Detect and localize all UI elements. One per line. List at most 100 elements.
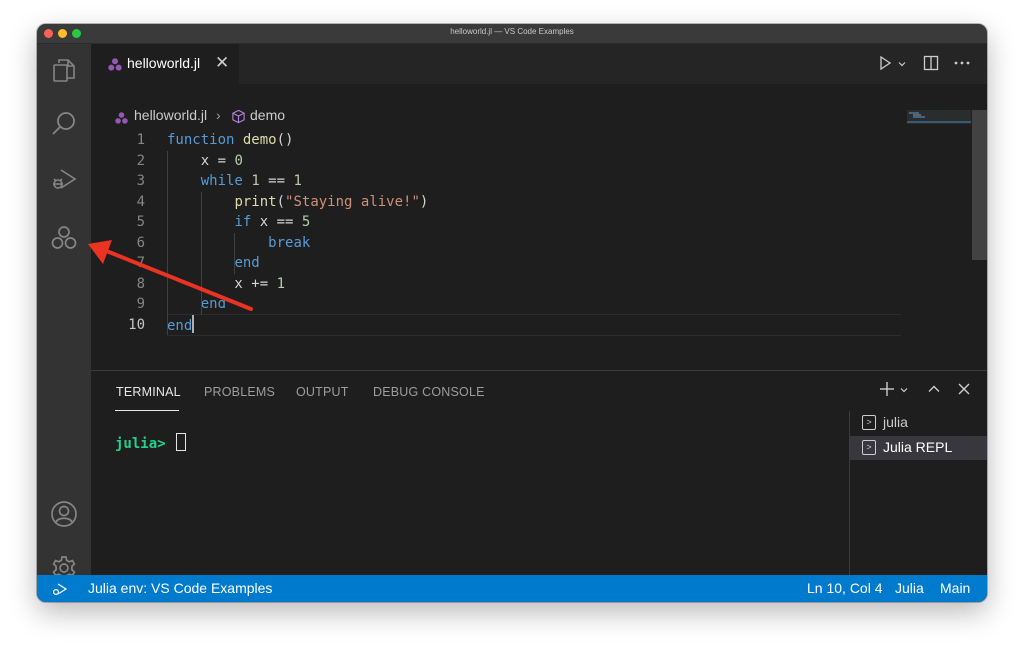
breadcrumb-file[interactable]: helloworld.jl [134, 107, 207, 123]
terminal-cursor [176, 433, 187, 451]
julia-file-icon [115, 111, 128, 127]
editor-scrollbar[interactable] [971, 110, 987, 370]
terminal-list: > julia > Julia REPL [849, 411, 987, 576]
panel: TERMINAL PROBLEMS OUTPUT DEBUG CONSOLE j… [91, 370, 987, 576]
window-title: helloworld.jl — VS Code Examples [450, 27, 574, 36]
run-icon[interactable] [877, 55, 893, 76]
vscode-window: helloworld.jl — VS Code Examples hellowo… [37, 24, 987, 602]
code-text: if x == 5 [167, 212, 310, 233]
account-icon[interactable] [50, 500, 78, 528]
code-text: while 1 == 1 [167, 171, 302, 192]
cursor-position-status[interactable]: Ln 10, Col 4 [807, 580, 883, 596]
terminal-icon: > [862, 415, 876, 430]
code-token: if [234, 214, 252, 230]
line-number: 4 [136, 193, 145, 210]
line-number: 10 [128, 316, 145, 333]
code-token: print [234, 193, 277, 210]
terminal-item[interactable]: > Julia REPL [850, 436, 987, 460]
close-icon[interactable]: ✕ [215, 53, 229, 73]
code-line[interactable]: 2 x = 0 [91, 151, 951, 172]
line-number: 1 [136, 132, 145, 148]
code-line[interactable]: 7 end [91, 253, 951, 274]
code-token: x == [251, 214, 302, 230]
code-token: x = [167, 152, 235, 169]
line-number: 2 [136, 152, 145, 169]
code-token: == [259, 173, 294, 189]
code-token: ( [276, 193, 286, 210]
code-token: ) [419, 193, 429, 210]
code-line[interactable]: 8 x += 1 [91, 274, 951, 295]
run-debug-icon[interactable] [50, 165, 78, 193]
minimap[interactable] [907, 110, 971, 140]
status-bar: Julia env: VS Code Examples Ln 10, Col 4… [37, 575, 987, 602]
breadcrumb-symbol[interactable]: demo [250, 107, 285, 123]
scrollbar-thumb[interactable] [972, 110, 987, 260]
activity-bar [37, 44, 91, 580]
code-line[interactable]: 6 break [91, 233, 951, 254]
text-cursor [192, 314, 195, 333]
editor-area: helloworld.jl ✕ helloworld.jl › demo 1 f… [91, 44, 987, 370]
active-tab-indicator [115, 410, 179, 411]
line-number: 5 [136, 214, 145, 230]
line-number: 7 [136, 255, 145, 271]
line-number: 9 [136, 296, 145, 312]
breadcrumb-separator: › [216, 107, 221, 123]
remote-run-icon[interactable] [52, 581, 68, 600]
chevron-down-icon[interactable] [899, 382, 909, 400]
code-text: print("Staying alive!") [167, 192, 428, 213]
tab-problems[interactable]: PROBLEMS [204, 385, 275, 399]
code-line[interactable]: 1 function demo() [91, 130, 951, 151]
code-token: break [268, 234, 311, 251]
tab-label: helloworld.jl [127, 55, 201, 71]
terminal-icon: > [862, 440, 876, 455]
code-text: x = 0 [167, 151, 243, 172]
branch-status[interactable]: Main [940, 580, 970, 596]
title-bar: helloworld.jl — VS Code Examples [37, 24, 987, 44]
code-token: x += [167, 275, 277, 292]
code-line[interactable]: 9 end [91, 294, 951, 315]
indent-guide [234, 232, 236, 274]
julia-circles-icon[interactable] [50, 224, 78, 252]
search-icon[interactable] [50, 110, 78, 138]
terminal-item[interactable]: > julia [850, 411, 987, 435]
code-token: demo [242, 132, 277, 148]
code-text: end [167, 253, 259, 274]
split-editor-icon[interactable] [923, 55, 939, 76]
tab-terminal[interactable]: TERMINAL [116, 385, 181, 399]
code-token: function [167, 132, 235, 148]
panel-actions [879, 381, 971, 401]
terminal-output[interactable]: julia> [115, 433, 187, 452]
tab-helloworld[interactable]: helloworld.jl ✕ [91, 44, 239, 84]
code-token: while [200, 173, 243, 189]
line-number: 6 [136, 234, 145, 251]
files-icon[interactable] [50, 56, 78, 84]
line-number: 8 [136, 275, 145, 292]
code-line[interactable]: 4 print("Staying alive!") [91, 192, 951, 213]
line-number: 3 [136, 173, 145, 189]
code-token: () [276, 132, 294, 148]
chevron-down-icon[interactable] [897, 56, 907, 74]
language-status[interactable]: Julia [895, 580, 924, 596]
code-line[interactable]: 3 while 1 == 1 [91, 171, 951, 192]
code-line[interactable]: 10 end [91, 314, 951, 336]
code-text: end [167, 294, 226, 315]
code-token: 5 [301, 214, 311, 230]
tab-debug-console[interactable]: DEBUG CONSOLE [373, 385, 485, 399]
code-text: x += 1 [167, 274, 285, 295]
cube-icon [231, 109, 246, 127]
terminal-name: Julia REPL [883, 439, 953, 455]
plus-icon[interactable] [879, 381, 895, 402]
chevron-up-icon[interactable] [927, 382, 941, 401]
code-line[interactable]: 5 if x == 5 [91, 212, 951, 233]
tab-bar: helloworld.jl ✕ [91, 44, 987, 84]
tab-output[interactable]: OUTPUT [296, 385, 349, 399]
julia-env-status[interactable]: Julia env: VS Code Examples [88, 580, 272, 596]
code-text: break [167, 233, 310, 254]
code-token: 1 [251, 173, 260, 189]
more-actions-icon[interactable] [953, 55, 971, 76]
close-icon[interactable] [957, 382, 971, 401]
